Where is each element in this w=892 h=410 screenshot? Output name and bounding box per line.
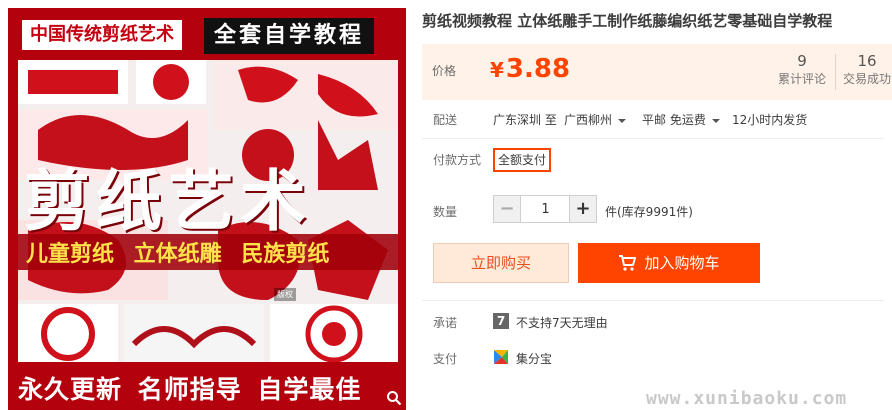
shipping-method: 平邮 免运费 (642, 113, 706, 127)
image-banner-right-text: 全套自学教程 (204, 18, 375, 54)
image-tag: 版权 (274, 288, 296, 301)
quantity-input[interactable] (521, 196, 570, 222)
divider (422, 300, 884, 301)
stat-divider (835, 54, 836, 90)
product-image[interactable]: 中国传统剪纸艺术 全套自学教程 剪纸艺术 儿童剪纸 立体纸雕 民族剪纸 版权 永… (8, 8, 406, 410)
image-main-title: 剪纸艺术 (24, 163, 312, 240)
add-to-cart-label: 加入购物车 (644, 254, 720, 272)
product-title: 剪纸视频教程 立体纸雕手工制作纸藤编织纸艺零基础自学教程 (422, 12, 833, 30)
review-count-stat[interactable]: 9 累计评论 (776, 52, 828, 88)
shipping-origin: 广东深圳 至 (493, 113, 557, 127)
image-footer-text: 永久更新 名师指导 自学最佳 (18, 375, 362, 404)
shipping-destination-select[interactable]: 广西柳州 (564, 111, 627, 128)
sales-count: 16 (857, 52, 877, 70)
jifenbao-icon (494, 350, 508, 364)
shipping-method-select[interactable]: 平邮 免运费 (642, 111, 720, 128)
sales-count-label: 交易成功 (842, 72, 891, 86)
stock-info: 件(库存9991件) (605, 205, 693, 219)
chevron-down-icon (711, 118, 720, 123)
shipping-destination: 广西柳州 (564, 113, 613, 127)
image-banner-left-text: 中国传统剪纸艺术 (22, 20, 182, 50)
seven-day-icon: 7 (493, 313, 509, 329)
promise-label: 承诺 (433, 316, 458, 330)
price-amount: 3.88 (505, 54, 571, 84)
divider (422, 138, 884, 139)
pay-method: 集分宝 (516, 352, 553, 366)
dispatch-time: 12小时内发货 (732, 113, 808, 127)
shopping-cart-icon (619, 255, 637, 271)
currency-symbol: ¥ (490, 58, 504, 82)
quantity-stepper: − + (493, 195, 597, 223)
promise-text: 不支持7天无理由 (516, 316, 608, 330)
buy-now-button[interactable]: 立即购买 (433, 243, 569, 283)
review-count-label: 累计评论 (777, 72, 826, 86)
price-panel: 价格 ¥3.88 9 累计评论 16 交易成功 (422, 44, 892, 100)
quantity-label: 数量 (433, 205, 458, 219)
add-to-cart-button[interactable]: 加入购物车 (578, 243, 760, 283)
payment-method-label: 付款方式 (433, 153, 482, 167)
image-subtitle: 儿童剪纸 立体纸雕 民族剪纸 (26, 242, 330, 267)
magnifier-icon[interactable] (386, 390, 402, 406)
sales-count-stat: 16 交易成功 (842, 52, 892, 88)
pay-label: 支付 (433, 352, 458, 366)
shipping-label: 配送 (433, 113, 458, 127)
review-count: 9 (797, 52, 807, 70)
price-label: 价格 (432, 64, 457, 78)
site-watermark: www.xunibaoku.com (646, 388, 848, 409)
price-value: ¥3.88 (490, 54, 570, 84)
chevron-down-icon (618, 118, 627, 123)
quantity-decrease-button[interactable]: − (494, 196, 521, 222)
payment-option-full[interactable]: 全额支付 (493, 148, 551, 172)
quantity-increase-button[interactable]: + (569, 196, 596, 222)
